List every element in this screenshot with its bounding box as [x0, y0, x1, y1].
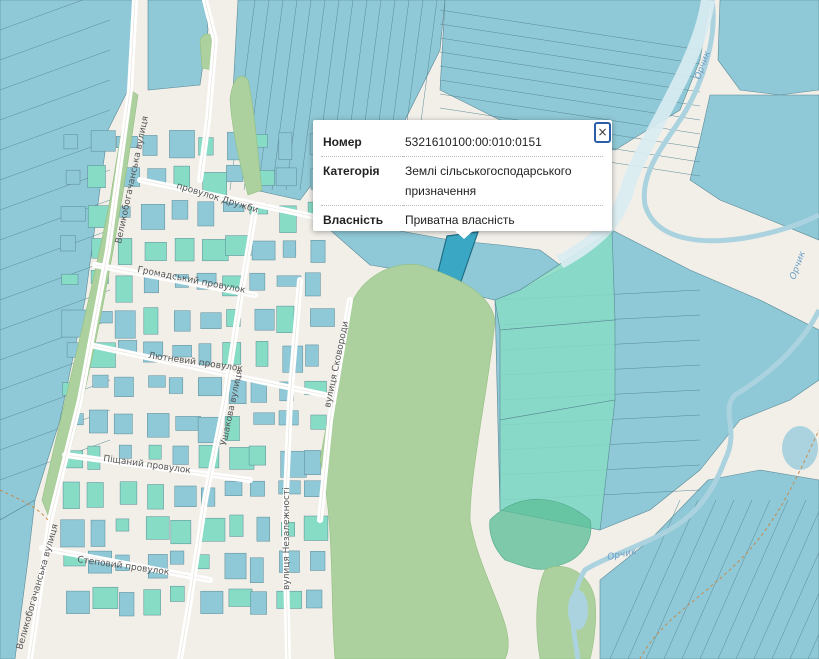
parcel-number-value: 5321610100:00:010:0151	[405, 135, 542, 149]
house-plot[interactable]	[148, 444, 162, 460]
house-plot[interactable]	[200, 590, 224, 614]
parcel-info-popup: × Номер 5321610100:00:010:0151 Категорія…	[313, 120, 612, 239]
table-row: Номер 5321610100:00:010:0151	[321, 128, 603, 157]
house-plot[interactable]	[60, 519, 85, 548]
house-plot[interactable]	[278, 132, 293, 160]
house-plot[interactable]	[255, 341, 269, 367]
house-plot[interactable]	[303, 515, 329, 541]
land-parcel[interactable]	[0, 499, 36, 659]
house-plot[interactable]	[61, 273, 79, 285]
house-plot[interactable]	[144, 242, 167, 261]
house-plot[interactable]	[254, 308, 275, 331]
house-plot[interactable]	[174, 485, 197, 507]
street-label-nezalezhnosti: вулиця Незалежності	[282, 487, 292, 590]
house-plot[interactable]	[63, 134, 78, 150]
land-parcel[interactable]	[689, 94, 819, 241]
land-parcel[interactable]	[147, 0, 209, 91]
house-plot[interactable]	[202, 239, 229, 262]
house-plot[interactable]	[310, 308, 335, 327]
house-plot[interactable]	[174, 310, 191, 332]
house-plot[interactable]	[169, 130, 195, 159]
house-plot[interactable]	[170, 550, 185, 565]
house-plot[interactable]	[86, 482, 104, 508]
close-button[interactable]: ×	[594, 122, 611, 143]
house-plot[interactable]	[224, 480, 243, 496]
house-plot[interactable]	[172, 445, 189, 465]
house-plot[interactable]	[251, 240, 276, 261]
house-plot[interactable]	[170, 520, 192, 545]
house-plot[interactable]	[171, 200, 189, 220]
house-plot[interactable]	[275, 167, 297, 187]
map-canvas[interactable]: провулок Дружби Громадський провулок Лют…	[0, 0, 819, 659]
house-plot[interactable]	[90, 130, 116, 152]
parcel-ownership-label: Власність	[321, 205, 403, 234]
house-plot[interactable]	[113, 413, 133, 435]
forest-area	[489, 499, 592, 570]
house-plot[interactable]	[200, 312, 222, 329]
house-plot[interactable]	[229, 514, 244, 537]
land-parcel[interactable]	[717, 0, 819, 96]
house-plot[interactable]	[147, 413, 170, 438]
parcel-category-label: Категорія	[321, 156, 403, 206]
pond	[568, 590, 588, 630]
cadastral-map[interactable]: провулок Дружби Громадський провулок Лют…	[0, 0, 819, 659]
pond	[782, 426, 818, 470]
table-row: Категорія Землі сільськогосподарського п…	[321, 156, 603, 206]
house-plot[interactable]	[147, 484, 164, 510]
house-plot[interactable]	[119, 481, 138, 505]
house-plot[interactable]	[174, 238, 195, 262]
house-plot[interactable]	[226, 164, 244, 182]
house-plot[interactable]	[250, 591, 267, 615]
house-plot[interactable]	[305, 344, 319, 367]
house-plot[interactable]	[115, 275, 133, 303]
house-plot[interactable]	[170, 585, 185, 602]
house-plot[interactable]	[148, 375, 166, 388]
house-plot[interactable]	[143, 307, 159, 335]
house-plot[interactable]	[114, 376, 134, 397]
house-plot[interactable]	[66, 590, 90, 614]
house-plot[interactable]	[224, 552, 247, 580]
parcel-info-table: Номер 5321610100:00:010:0151 Категорія З…	[321, 128, 603, 234]
house-plot[interactable]	[310, 414, 327, 430]
popup-pointer	[454, 230, 474, 239]
house-plot[interactable]	[60, 206, 86, 222]
house-plot[interactable]	[228, 588, 253, 607]
house-plot[interactable]	[197, 201, 215, 227]
house-plot[interactable]	[249, 557, 264, 583]
house-plot[interactable]	[89, 409, 108, 434]
house-plot[interactable]	[310, 240, 326, 263]
house-plot[interactable]	[65, 169, 81, 185]
house-plot[interactable]	[140, 204, 166, 230]
house-plot[interactable]	[115, 518, 130, 532]
house-plot[interactable]	[92, 586, 119, 609]
house-plot[interactable]	[62, 481, 80, 509]
house-plot[interactable]	[90, 519, 106, 547]
house-plot[interactable]	[145, 516, 170, 540]
house-plot[interactable]	[304, 272, 321, 297]
parcel-category-value: Землі сільськогосподарського призначення	[403, 156, 603, 206]
house-plot[interactable]	[87, 165, 106, 188]
house-plot[interactable]	[114, 310, 136, 339]
parcel-number-label: Номер	[323, 135, 362, 149]
house-plot[interactable]	[198, 377, 222, 397]
house-plot[interactable]	[256, 516, 270, 542]
house-plot[interactable]	[249, 272, 266, 291]
house-plot[interactable]	[250, 480, 265, 497]
house-plot[interactable]	[304, 450, 321, 475]
house-plot[interactable]	[253, 412, 275, 425]
house-plot[interactable]	[175, 416, 201, 431]
house-plot[interactable]	[306, 589, 323, 609]
house-plot[interactable]	[276, 305, 295, 333]
parcel-ownership-value: Приватна власність	[403, 205, 603, 234]
house-plot[interactable]	[282, 240, 297, 258]
river-label-orchyk-2: Орчик	[788, 249, 808, 281]
house-plot[interactable]	[60, 235, 76, 252]
house-plot[interactable]	[310, 551, 326, 571]
house-plot[interactable]	[143, 589, 161, 616]
house-plot[interactable]	[168, 377, 184, 394]
house-plot[interactable]	[248, 445, 266, 466]
house-plot[interactable]	[119, 592, 135, 617]
house-plot[interactable]	[92, 374, 109, 388]
